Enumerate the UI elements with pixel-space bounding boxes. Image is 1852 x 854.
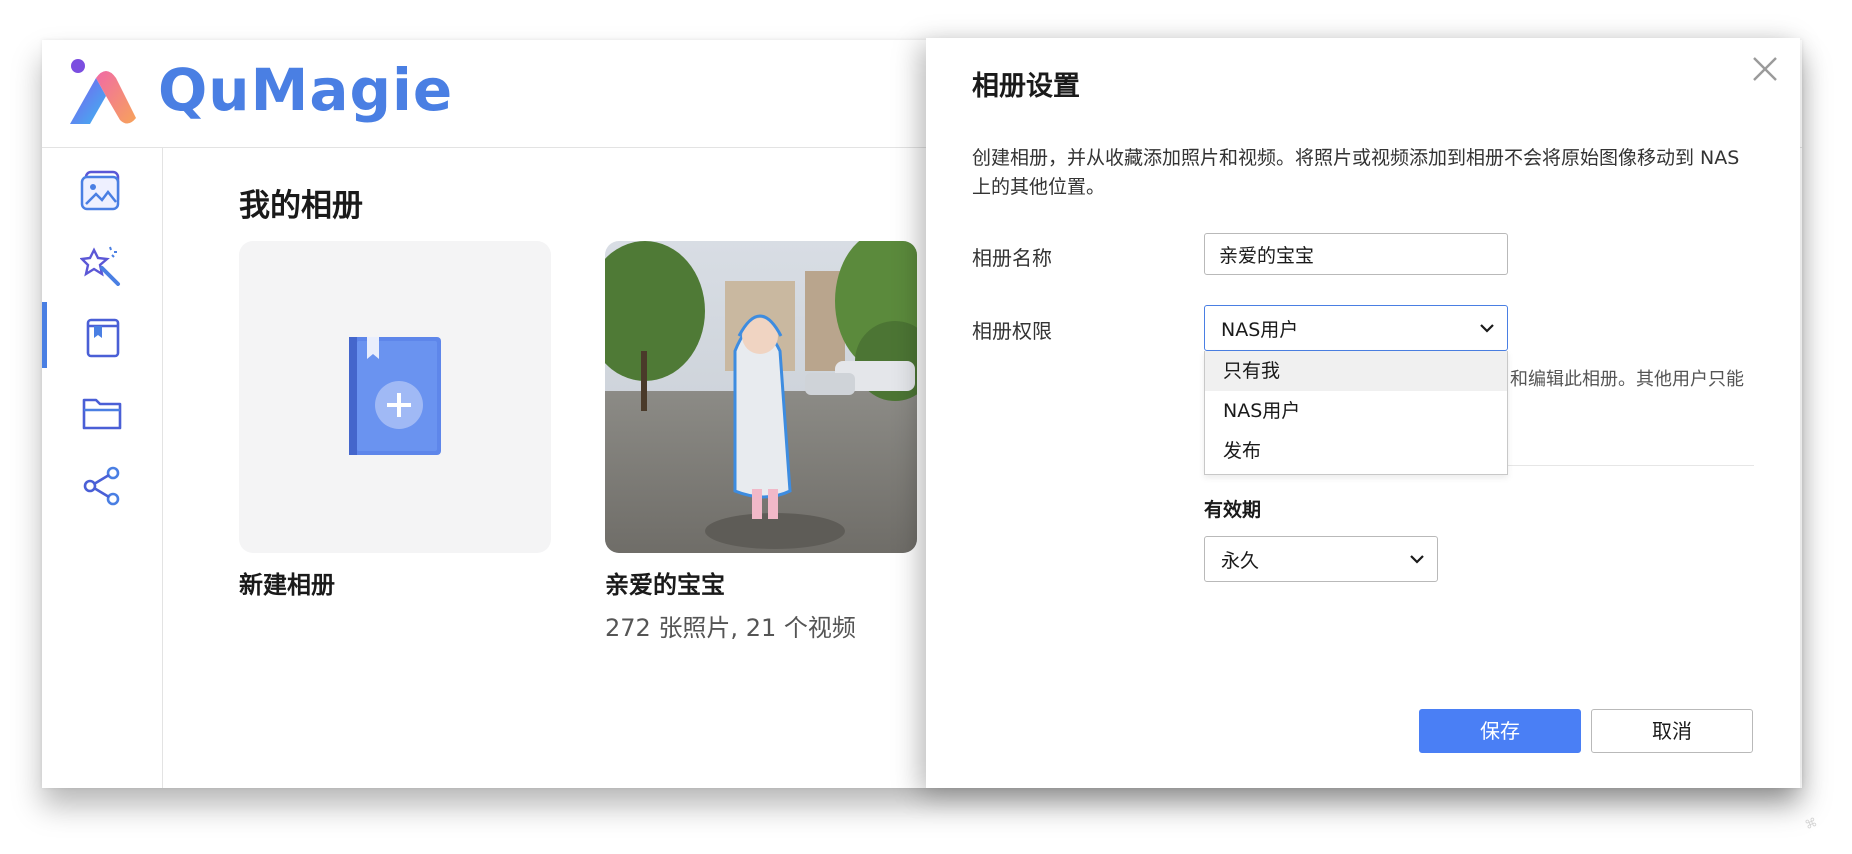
save-button[interactable]: 保存 [1419, 709, 1581, 753]
permission-option-only-me[interactable]: 只有我 [1205, 351, 1507, 391]
sidebar-item-folders[interactable] [42, 376, 162, 446]
album-name: 亲爱的宝宝 [605, 571, 725, 599]
folder-icon [82, 398, 122, 430]
permission-dropdown-menu: 只有我 NAS用户 发布 [1204, 351, 1508, 475]
album-name-input[interactable] [1204, 233, 1508, 275]
add-album-icon [349, 337, 441, 455]
album-permission-label: 相册权限 [972, 319, 1052, 343]
sidebar-item-albums[interactable] [42, 302, 162, 372]
album-name-label: 相册名称 [972, 246, 1052, 270]
album-cover-image[interactable] [605, 241, 917, 553]
permission-selected-value: NAS用户 [1221, 319, 1299, 341]
chevron-down-icon [1410, 555, 1424, 564]
validity-selected-value: 永久 [1221, 550, 1260, 572]
album-card[interactable]: 亲爱的宝宝 272 张照片, 21 个视频 [605, 241, 917, 643]
album-name: 新建相册 [239, 571, 335, 599]
validity-label: 有效期 [1204, 499, 1262, 521]
new-album-thumb[interactable] [239, 241, 551, 553]
sidebar-item-photos[interactable] [42, 154, 162, 224]
chevron-down-icon [1480, 324, 1494, 333]
brand-name: QuMagie [158, 56, 454, 124]
album-cover-photo [605, 241, 917, 553]
album-icon [86, 318, 120, 358]
permission-option-nas-users[interactable]: NAS用户 [1205, 391, 1507, 431]
dialog-description: 创建相册，并从收藏添加照片和视频。将照片或视频添加到相册不会将原始图像移动到 N… [972, 147, 1740, 198]
sidebar-item-smart[interactable] [42, 228, 162, 298]
dialog-title: 相册设置 [972, 71, 1080, 102]
share-icon [83, 466, 120, 506]
cancel-button[interactable]: 取消 [1591, 709, 1753, 753]
permission-option-publish[interactable]: 发布 [1205, 431, 1507, 471]
qumagie-logo-icon [70, 59, 136, 124]
watermark: ⌘ [1802, 814, 1820, 833]
validity-select[interactable]: 永久 [1204, 536, 1438, 582]
permission-hint-text: 和编辑此相册。其他用户只能 [1510, 369, 1744, 390]
photos-icon [80, 170, 120, 211]
close-icon[interactable] [1748, 52, 1782, 86]
sidebar-item-share[interactable] [42, 450, 162, 520]
album-meta: 272 张照片, 21 个视频 [605, 614, 856, 642]
page-title: 我的相册 [239, 188, 363, 224]
sidebar [42, 148, 163, 788]
album-permission-select[interactable]: NAS用户 [1204, 305, 1508, 351]
album-settings-dialog: 相册设置 创建相册，并从收藏添加照片和视频。将照片或视频添加到相册不会将原始图像… [926, 38, 1800, 788]
magic-wand-icon [80, 246, 120, 286]
new-album-card[interactable]: 新建相册 [239, 241, 551, 600]
